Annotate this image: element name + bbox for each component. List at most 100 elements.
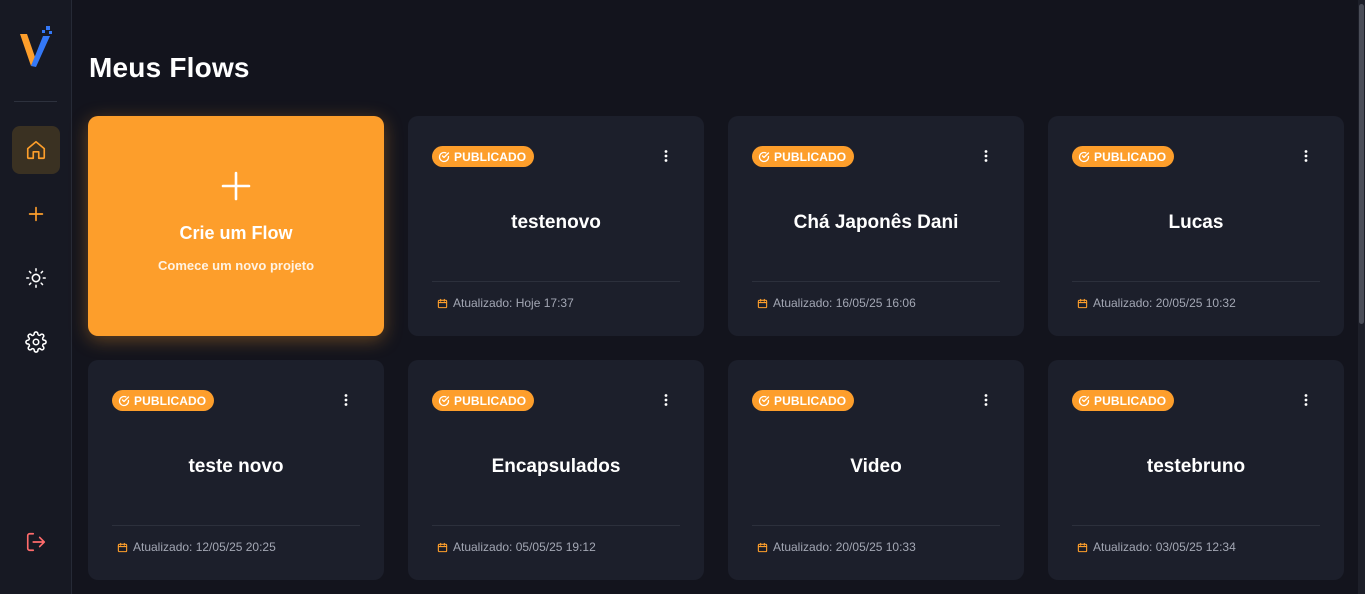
status-badge: PUBLICADO [752, 390, 855, 411]
check-circle-icon [118, 395, 130, 406]
status-badge-label: PUBLICADO [454, 393, 527, 408]
calendar-icon [437, 542, 448, 552]
logout-icon [26, 532, 46, 552]
flow-updated: Atualizado: 16/05/25 16:06 [757, 296, 916, 310]
flow-title: testenovo [511, 212, 601, 233]
app-logo[interactable] [16, 24, 56, 68]
app-root: Meus Flows Crie um Flow Comece um novo p… [0, 0, 1365, 594]
plus-icon [221, 171, 251, 201]
flow-title: Video [850, 456, 902, 477]
status-badge-label: PUBLICADO [1094, 393, 1167, 408]
check-circle-icon [758, 151, 770, 162]
flow-menu-button[interactable] [978, 392, 994, 408]
flow-updated-text: Atualizado: 05/05/25 19:12 [453, 540, 596, 554]
flow-updated: Atualizado: 12/05/25 20:25 [117, 540, 276, 554]
calendar-icon [1077, 542, 1088, 552]
logo-icon [20, 26, 52, 67]
calendar-icon [117, 542, 128, 552]
status-badge: PUBLICADO [1072, 390, 1175, 411]
flow-title: testebruno [1146, 456, 1246, 477]
flow-card[interactable]: PUBLICADO teste novo Atualizado: 12/05/2… [88, 360, 384, 580]
flow-title: Encapsulados [491, 456, 621, 477]
flow-menu-button[interactable] [1298, 148, 1314, 164]
status-badge: PUBLICADO [752, 146, 855, 167]
flow-updated-text: Atualizado: 03/05/25 12:34 [1093, 540, 1236, 554]
flow-card[interactable]: PUBLICADO Lucas Atualizado: 20/05/25 10:… [1048, 116, 1344, 336]
create-flow-title: Crie um Flow [179, 223, 293, 243]
flow-updated: Atualizado: 20/05/25 10:32 [1077, 296, 1236, 310]
flow-updated-text: Atualizado: 12/05/25 20:25 [133, 540, 276, 554]
card-divider [432, 525, 680, 526]
flow-updated-text: Atualizado: 16/05/25 16:06 [773, 296, 916, 310]
flow-menu-button[interactable] [978, 148, 994, 164]
sidebar-item-theme[interactable] [12, 254, 60, 302]
flow-updated: Atualizado: 05/05/25 19:12 [437, 540, 596, 554]
scrollbar-thumb[interactable] [1359, 4, 1364, 324]
status-badge-label: PUBLICADO [134, 393, 207, 408]
status-badge: PUBLICADO [112, 390, 215, 411]
more-vertical-icon [1304, 394, 1308, 406]
more-vertical-icon [984, 394, 988, 406]
sidebar-item-home[interactable] [12, 126, 60, 174]
flow-menu-button[interactable] [1298, 392, 1314, 408]
flow-title: Lucas [1168, 212, 1224, 233]
status-badge-label: PUBLICADO [774, 393, 847, 408]
sidebar-item-settings[interactable] [12, 318, 60, 366]
flow-card[interactable]: PUBLICADO Chá Japonês Dani Atualizado: 1… [728, 116, 1024, 336]
calendar-icon [757, 298, 768, 308]
flow-title: teste novo [188, 456, 284, 477]
flow-menu-button[interactable] [658, 392, 674, 408]
card-divider [752, 525, 1000, 526]
status-badge: PUBLICADO [432, 390, 535, 411]
page-title: Meus Flows [89, 52, 250, 83]
flow-card[interactable]: PUBLICADO testebruno Atualizado: 03/05/2… [1048, 360, 1344, 580]
page-scrollbar[interactable] [1358, 0, 1365, 594]
check-circle-icon [438, 151, 450, 162]
flow-updated: Atualizado: 20/05/25 10:33 [757, 540, 916, 554]
home-icon [26, 140, 46, 160]
status-badge: PUBLICADO [1072, 146, 1175, 167]
flow-title: Chá Japonês Dani [793, 212, 959, 233]
card-divider [1072, 525, 1320, 526]
flow-updated-text: Atualizado: 20/05/25 10:32 [1093, 296, 1236, 310]
check-circle-icon [1078, 151, 1090, 162]
create-flow-card[interactable]: Crie um Flow Comece um novo projeto [88, 116, 384, 336]
status-badge-label: PUBLICADO [1094, 149, 1167, 164]
more-vertical-icon [984, 150, 988, 162]
create-flow-subtitle: Comece um novo projeto [157, 258, 315, 273]
status-badge: PUBLICADO [432, 146, 535, 167]
flow-card[interactable]: PUBLICADO Encapsulados Atualizado: 05/05… [408, 360, 704, 580]
calendar-icon [1077, 298, 1088, 308]
check-circle-icon [758, 395, 770, 406]
status-badge-label: PUBLICADO [454, 149, 527, 164]
card-divider [432, 281, 680, 282]
flow-updated-text: Atualizado: Hoje 17:37 [453, 296, 574, 310]
check-circle-icon [438, 395, 450, 406]
card-divider [112, 525, 360, 526]
more-vertical-icon [664, 394, 668, 406]
sidebar-item-logout[interactable] [12, 518, 60, 566]
flow-card[interactable]: PUBLICADO Video Atualizado: 20/05/25 10:… [728, 360, 1024, 580]
main-content: Meus Flows Crie um Flow Comece um novo p… [72, 0, 1358, 594]
check-circle-icon [1078, 395, 1090, 406]
status-badge-label: PUBLICADO [774, 149, 847, 164]
sun-icon [26, 268, 46, 288]
flow-updated: Atualizado: Hoje 17:37 [437, 296, 574, 310]
sidebar-divider [14, 101, 57, 102]
flow-updated-text: Atualizado: 20/05/25 10:33 [773, 540, 916, 554]
plus-icon [28, 206, 44, 222]
flow-menu-button[interactable] [658, 148, 674, 164]
calendar-icon [757, 542, 768, 552]
calendar-icon [437, 298, 448, 308]
sidebar-item-add[interactable] [12, 190, 60, 238]
flow-menu-button[interactable] [338, 392, 354, 408]
more-vertical-icon [664, 150, 668, 162]
more-vertical-icon [1304, 150, 1308, 162]
sidebar [0, 0, 72, 594]
card-divider [1072, 281, 1320, 282]
more-vertical-icon [344, 394, 348, 406]
card-divider [752, 281, 1000, 282]
flow-updated: Atualizado: 03/05/25 12:34 [1077, 540, 1236, 554]
gear-icon [25, 331, 47, 353]
flow-card[interactable]: PUBLICADO testenovo Atualizado: Hoje 17:… [408, 116, 704, 336]
